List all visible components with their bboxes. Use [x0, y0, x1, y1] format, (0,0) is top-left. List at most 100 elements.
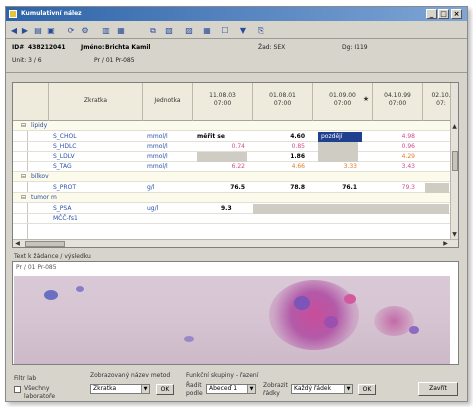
close-window-button[interactable]: ×: [451, 9, 462, 19]
result-cell-selected[interactable]: pozdějí: [318, 132, 362, 142]
book-icon[interactable]: ▨: [184, 25, 194, 36]
result-cell[interactable]: měřit se: [197, 132, 225, 142]
chevron-down-icon[interactable]: ▼: [247, 385, 255, 393]
results-grid[interactable]: Zkratka Jednotka 11.08.03 07:00 01.08.01…: [12, 82, 459, 248]
time-1: 07:00: [213, 100, 232, 107]
chart-icon[interactable]: ▥: [101, 25, 111, 36]
filter-icon[interactable]: ▦: [116, 25, 126, 36]
save-icon[interactable]: ▣: [46, 25, 56, 36]
back-icon[interactable]: ◀: [9, 25, 19, 36]
patient-name-label: Jméno:: [81, 44, 105, 51]
header-jednotka[interactable]: Jednotka: [143, 83, 193, 121]
result-cell[interactable]: 0.85: [253, 142, 313, 152]
group-row-tumor[interactable]: ⊟ tumor m: [13, 193, 458, 203]
group-row-lipidy[interactable]: ⊟ lipidy: [13, 121, 458, 131]
ok-method-button[interactable]: OK: [156, 384, 174, 395]
cell-blob: [184, 336, 194, 342]
close-button[interactable]: Zavřít: [418, 382, 458, 396]
settings-icon[interactable]: ⚙: [80, 25, 90, 36]
result-cell[interactable]: 4.66: [253, 162, 313, 172]
result-cell[interactable]: 3.33: [313, 162, 365, 172]
table-row[interactable]: S_CHOL mmol/l měřit se 4.60 pozdějí 4.98: [13, 132, 458, 142]
sort-select[interactable]: Abeceď 1 ▼: [206, 384, 256, 394]
rows-value: Každý řádek: [294, 385, 332, 392]
rows-select[interactable]: Každý řádek ▼: [291, 384, 353, 394]
result-cell[interactable]: 9.3: [221, 204, 232, 214]
result-cell[interactable]: 6.22: [193, 162, 253, 172]
result-cell[interactable]: 4.98: [373, 132, 423, 142]
header-zkratka[interactable]: Zkratka: [49, 83, 143, 121]
header-date-1[interactable]: 11.08.03 07:00: [193, 83, 253, 121]
result-cell[interactable]: 76.1: [313, 183, 365, 193]
window-title: Kumulativní nález: [21, 10, 82, 17]
cell-blob: [294, 296, 310, 310]
collapse-icon[interactable]: ⊟: [21, 193, 26, 203]
group-name: tumor m: [31, 194, 57, 201]
layout-icon[interactable]: ☐: [220, 25, 230, 36]
test-unit: mmol/l: [147, 163, 168, 170]
result-cell[interactable]: 4.29: [373, 152, 423, 162]
filter-label: Filtr lab: [14, 375, 37, 382]
grid-icon[interactable]: ▦: [202, 25, 212, 36]
scroll-right-icon[interactable]: ▶: [442, 240, 449, 247]
table-row[interactable]: S_PSA ug/l 9.3: [13, 204, 458, 214]
date-4: 04.10.99: [384, 92, 411, 99]
hscroll-thumb[interactable]: [25, 241, 65, 247]
result-cell[interactable]: 76.5: [193, 183, 253, 193]
star-icon: ★: [362, 95, 370, 103]
table-row[interactable]: S_HDLC mmol/l 0.74 0.85 0.96: [13, 142, 458, 152]
table-row[interactable]: S_TAG mmol/l 6.22 4.66 3.33 3.43: [13, 162, 458, 172]
export-icon[interactable]: ⎘: [256, 25, 266, 36]
chevron-down-icon[interactable]: ▼: [141, 385, 149, 393]
table-row[interactable]: S_LDLV mmol/l 1.86 4.29: [13, 152, 458, 162]
collapse-icon[interactable]: ⊟: [21, 172, 26, 182]
funnel-icon[interactable]: ▼: [238, 25, 248, 36]
cell-blob: [324, 316, 338, 328]
header-date-2[interactable]: 01.08.01 07:00: [253, 83, 313, 121]
print-icon[interactable]: ▤: [33, 25, 43, 36]
test-name: MČČ-fs1: [53, 215, 78, 222]
result-cell[interactable]: 78.8: [253, 183, 313, 193]
header-date-4[interactable]: 04.10.99 07:00: [373, 83, 423, 121]
time-4: 07:00: [388, 100, 407, 107]
method-select[interactable]: Zkratka ▼: [90, 384, 150, 394]
result-cell[interactable]: 0.96: [373, 142, 423, 152]
empty-cell: [253, 204, 449, 214]
scroll-left-icon[interactable]: ◀: [14, 240, 21, 247]
copy-icon[interactable]: ⧉: [148, 25, 158, 36]
ok-rows-button[interactable]: OK: [358, 384, 376, 395]
scroll-up-icon[interactable]: ▲: [451, 123, 458, 130]
refresh-icon[interactable]: ⟳: [66, 25, 76, 36]
checkbox-label-1: Všechny: [24, 385, 50, 392]
cell-blob: [344, 294, 356, 304]
text-area[interactable]: Pr / 01 Pr-085: [12, 261, 459, 365]
title-bar: Kumulativní nález _ □ ×: [6, 7, 467, 21]
result-cell[interactable]: 0.74: [193, 142, 253, 152]
paste-icon[interactable]: ▧: [164, 25, 174, 36]
table-row[interactable]: MČČ-fs1: [13, 214, 458, 224]
checkbox-label-2: laboratoře: [24, 393, 56, 400]
horizontal-scrollbar[interactable]: ◀ ▶: [13, 239, 458, 247]
chevron-down-icon[interactable]: ▼: [344, 385, 352, 393]
divider: [6, 72, 467, 73]
result-cell[interactable]: 79.3: [373, 183, 423, 193]
patient-name-value: Brichta Kamil: [105, 44, 151, 51]
table-row[interactable]: S_PROT g/l 76.5 78.8 76.1 79.3: [13, 183, 458, 193]
collapse-icon[interactable]: ⊟: [21, 121, 26, 131]
maximize-button[interactable]: □: [438, 9, 449, 19]
result-cell[interactable]: 4.60: [253, 132, 313, 142]
group-row-bilkov[interactable]: ⊟ bílkov: [13, 172, 458, 182]
result-cell[interactable]: 1.86: [253, 152, 313, 162]
test-name: S_TAG: [53, 163, 72, 170]
minimize-button[interactable]: _: [426, 9, 437, 19]
scroll-down-icon[interactable]: ▼: [451, 231, 458, 238]
test-name: S_LDLV: [53, 153, 75, 160]
all-labs-checkbox[interactable]: [14, 386, 21, 393]
scroll-thumb[interactable]: [452, 151, 458, 171]
result-cell[interactable]: 3.43: [373, 162, 423, 172]
vertical-scrollbar[interactable]: ▲ ▼: [450, 83, 458, 247]
forward-icon[interactable]: ▶: [20, 25, 30, 36]
empty-cell: [197, 152, 247, 162]
patient-info: ID# 438212041 Jméno: Brichta Kamil Žad: …: [6, 40, 467, 72]
test-unit: ug/l: [147, 205, 159, 212]
